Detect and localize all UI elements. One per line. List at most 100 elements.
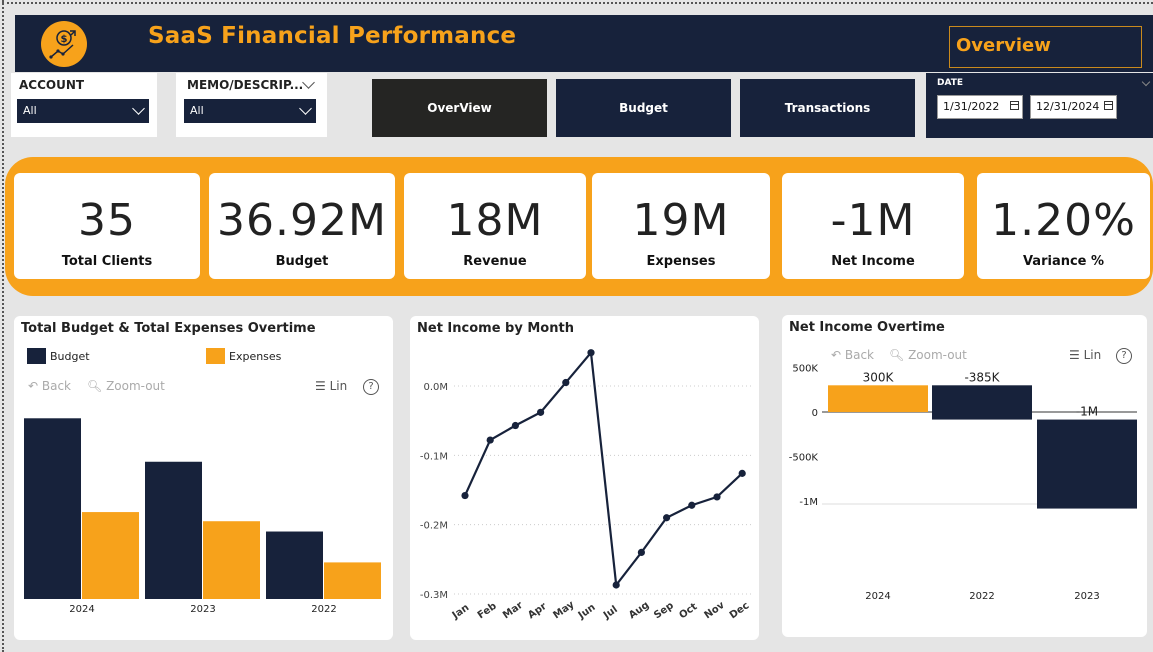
kpi-value: -1M — [830, 195, 916, 246]
chevron-down-icon[interactable] — [1141, 77, 1151, 87]
end-date-value: 12/31/2024 — [1036, 100, 1100, 113]
kpi-card-expenses: 19M Expenses — [592, 173, 770, 279]
data-point-mar — [511, 421, 519, 430]
x-tick-label: Dec — [728, 600, 752, 621]
y-tick-label: -1M — [799, 497, 818, 508]
nav-overview-button[interactable]: OverView — [372, 79, 547, 137]
svg-text:$: $ — [61, 34, 68, 45]
waterfall-bar-2022 — [932, 385, 1032, 420]
x-tick-label: Mar — [501, 600, 525, 621]
account-dropdown[interactable]: All — [17, 99, 149, 123]
x-tick-label: Jul — [601, 604, 620, 622]
calendar-icon[interactable] — [1010, 101, 1019, 110]
x-tick-label: 2024 — [69, 604, 94, 615]
net-income-line-chart: 0.0M -0.1M -0.2M -0.3MJan Feb Mar Apr May Jun Jul… — [420, 349, 752, 622]
kpi-value: 19M — [632, 195, 730, 246]
bar-expenses-2023 — [203, 521, 260, 599]
memo-dropdown[interactable]: All — [184, 99, 316, 123]
bar-budget-2022 — [266, 531, 323, 599]
x-tick-label: 2024 — [865, 591, 890, 602]
data-point-feb — [486, 436, 494, 444]
kpi-label: Revenue — [463, 254, 527, 269]
kpi-card-variance: 1.20% Variance % — [977, 173, 1150, 279]
x-tick-label: 2022 — [969, 591, 994, 602]
bar-budget-2023 — [145, 461, 202, 599]
waterfall-bar-2024 — [828, 385, 928, 412]
net-income-overtime-chart-card[interactable]: Net Income Overtime ↶ Back 🔍︎ Zoom-out ☰… — [782, 315, 1147, 637]
bar-expenses-2022 — [324, 562, 381, 599]
y-tick-label: 0.0M — [423, 382, 448, 393]
x-tick-label: Jan — [450, 602, 472, 622]
y-tick-label: -0.2M — [420, 521, 448, 532]
account-slicer-label: ACCOUNT — [19, 78, 85, 92]
chevron-down-icon — [132, 102, 145, 115]
kpi-label: Net Income — [831, 254, 915, 269]
y-tick-label: 500K — [792, 364, 818, 375]
data-point-jul — [612, 581, 620, 589]
data-label: 300K — [863, 370, 895, 384]
kpi-value: 36.92M — [217, 195, 387, 246]
kpi-value: 18M — [446, 195, 544, 246]
nav-budget-button[interactable]: Budget — [556, 79, 731, 137]
x-tick-label: Feb — [476, 601, 499, 622]
data-label: -1M — [1076, 405, 1098, 419]
x-tick-label: Apr — [526, 601, 549, 621]
data-point-dec — [738, 469, 746, 477]
kpi-label: Variance % — [1022, 254, 1105, 269]
data-point-sep — [663, 514, 671, 522]
kpi-card-budget: 36.92M Budget — [209, 173, 395, 279]
x-tick-label: 2022 — [311, 604, 336, 615]
x-tick-label: May — [551, 599, 576, 621]
x-tick-label: 2023 — [190, 604, 215, 615]
kpi-value: 1.20% — [991, 195, 1136, 246]
net-income-waterfall-chart: 500K 0 -500K -1M 300K 2024 -385K 2022 -1M 2023 — [789, 364, 1137, 602]
memo-slicer-label: MEMO/DESCRIP... — [187, 78, 304, 92]
kpi-card-revenue: 18M Revenue — [404, 173, 586, 279]
chevron-down-icon[interactable] — [302, 76, 315, 89]
account-dropdown-value: All — [23, 104, 37, 117]
nav-transactions-button[interactable]: Transactions — [740, 79, 915, 137]
budget-expenses-bar-chart: 2024 2023 2022 — [24, 418, 381, 615]
x-tick-label: Oct — [677, 601, 699, 621]
x-tick-label: Aug — [627, 600, 651, 622]
memo-slicer: MEMO/DESCRIP... All — [176, 73, 327, 137]
data-point-jan — [461, 491, 469, 500]
calendar-icon[interactable] — [1104, 101, 1113, 110]
chevron-down-icon — [299, 102, 312, 115]
date-slicer-label: DATE — [937, 78, 964, 88]
net-income-line — [463, 350, 743, 588]
start-date-value: 1/31/2022 — [943, 100, 1000, 113]
y-tick-label: -500K — [789, 453, 819, 464]
memo-dropdown-value: All — [190, 104, 204, 117]
bar-expenses-2024 — [82, 512, 139, 599]
data-point-apr — [537, 408, 545, 416]
report-header: $ SaaS Financial Performance Overview — [15, 15, 1153, 72]
x-tick-label: Jun — [576, 602, 598, 622]
data-point-aug — [637, 548, 645, 556]
bar-budget-2024 — [24, 418, 81, 599]
page-tag: Overview — [949, 26, 1142, 68]
kpi-card-total-clients: 35 Total Clients — [14, 173, 200, 279]
date-slicer: DATE 1/31/2022 12/31/2024 — [926, 73, 1153, 138]
canvas-left-border — [2, 0, 4, 652]
end-date-input[interactable]: 12/31/2024 — [1030, 95, 1117, 119]
y-tick-label: 0 — [812, 408, 818, 419]
dollar-growth-icon: $ — [41, 21, 87, 67]
data-point-oct — [688, 501, 696, 509]
start-date-input[interactable]: 1/31/2022 — [937, 95, 1023, 119]
data-point-nov — [713, 493, 721, 501]
y-tick-label: -0.3M — [420, 590, 448, 601]
kpi-label: Budget — [275, 254, 329, 269]
x-tick-label: 2023 — [1074, 591, 1099, 602]
account-slicer: ACCOUNT All — [11, 73, 157, 137]
app-title: SaaS Financial Performance — [148, 23, 517, 49]
kpi-card-net-income: -1M Net Income — [782, 173, 964, 279]
y-tick-label: -0.1M — [420, 451, 448, 462]
data-point-jun — [587, 349, 595, 357]
waterfall-bar-2023 — [1037, 419, 1137, 509]
net-income-month-chart-card[interactable]: Net Income by Month 0.0M -0.1M -0.2M -0.3M J… — [410, 316, 759, 640]
kpi-label: Total Clients — [61, 254, 153, 269]
budget-expenses-chart-card[interactable]: Total Budget & Total Expenses Overtime B… — [14, 316, 393, 640]
data-point-may — [562, 378, 570, 387]
data-label: -385K — [964, 370, 1000, 384]
